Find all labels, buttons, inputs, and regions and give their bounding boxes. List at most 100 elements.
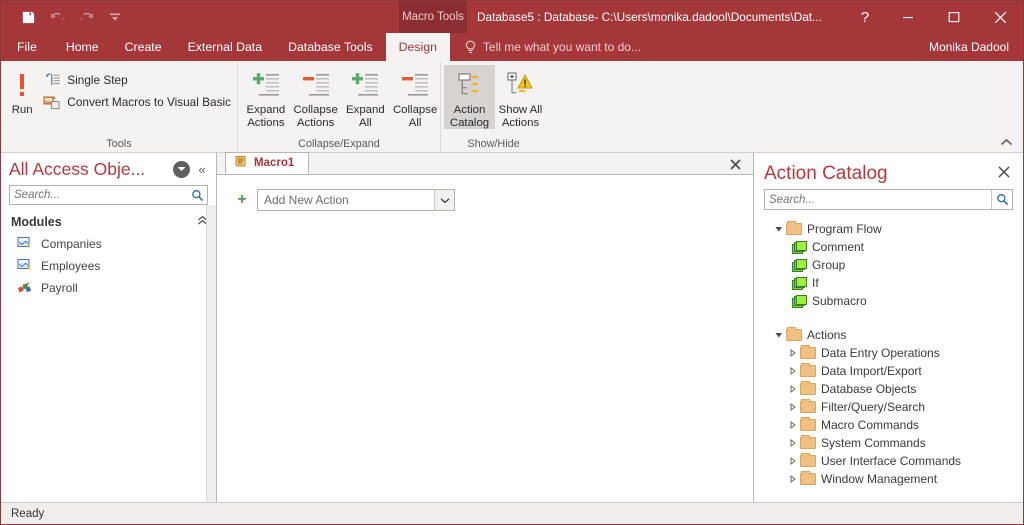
expanded-triangle-icon[interactable] [772, 331, 786, 339]
navigation-pane-menu-button[interactable] [173, 160, 190, 178]
expand-actions-button[interactable]: Expand Actions [241, 65, 291, 129]
macro-design-canvas[interactable]: + Add New Action [217, 175, 753, 502]
expand-all-button[interactable]: Expand All [341, 65, 391, 129]
program-flow-item-icon [792, 258, 807, 272]
tab-external-data[interactable]: External Data [175, 33, 276, 61]
tree-node-actions[interactable]: Actions [764, 326, 1013, 344]
tree-node-actions-label: Actions [807, 328, 847, 342]
access-window: Macro Tools Database5 : Database- C:\Use… [0, 0, 1024, 525]
convert-macros-to-visual-basic-button[interactable]: Convert Macros to Visual Basic [39, 92, 237, 111]
collapse-actions-button[interactable]: Collapse Actions [291, 65, 341, 129]
navigation-search-box[interactable] [9, 185, 208, 205]
nav-item-companies-label: Companies [41, 237, 102, 251]
tree-node-filter-query-search[interactable]: Filter/Query/Search [764, 398, 1013, 416]
tab-database-tools[interactable]: Database Tools [275, 33, 386, 61]
collapsed-triangle-icon[interactable] [786, 439, 800, 447]
collapse-all-icon [398, 68, 432, 104]
macro-icon [17, 280, 32, 297]
tree-node-program-flow[interactable]: Program Flow [764, 220, 1013, 238]
collapsed-triangle-icon[interactable] [786, 385, 800, 393]
search-icon[interactable] [187, 189, 207, 202]
collapsed-triangle-icon[interactable] [786, 349, 800, 357]
tree-item-submacro-label: Submacro [812, 294, 867, 308]
tree-node-data-import-export[interactable]: Data Import/Export [764, 362, 1013, 380]
navigation-pane-collapse-button[interactable]: « [194, 162, 210, 177]
collapse-all-button[interactable]: Collapse All [390, 65, 440, 129]
collapsed-triangle-icon[interactable] [786, 475, 800, 483]
navigation-search-input[interactable] [10, 189, 187, 201]
nav-group-modules[interactable]: Modules [1, 211, 216, 233]
run-button[interactable]: Run [9, 65, 35, 117]
folder-icon [800, 471, 816, 485]
module-icon [17, 258, 32, 275]
tree-node-user-interface-commands[interactable]: User Interface Commands [764, 452, 1013, 470]
undo-button[interactable] [44, 5, 70, 29]
tree-item-comment[interactable]: Comment [764, 238, 1013, 256]
tree-node-database-objects-label: Database Objects [821, 382, 917, 396]
action-catalog-icon [454, 68, 486, 104]
tree-item-submacro[interactable]: Submacro [764, 292, 1013, 310]
action-catalog-title: Action Catalog [764, 163, 888, 184]
close-button[interactable] [977, 1, 1023, 33]
tree-node-database-objects[interactable]: Database Objects [764, 380, 1013, 398]
folder-icon [800, 417, 816, 431]
help-button[interactable]: ? [845, 1, 885, 33]
tab-design[interactable]: Design [385, 33, 450, 61]
redo-button[interactable] [73, 5, 99, 29]
document-tab-macro1[interactable]: Macro1 [225, 152, 310, 174]
navigation-pane-title: All Access Obje... [9, 158, 146, 179]
tell-me-box[interactable]: Tell me what you want to do... [450, 33, 641, 61]
single-step-button[interactable]: Single Step [39, 70, 237, 89]
collapse-actions-icon [299, 68, 333, 104]
collapsed-triangle-icon[interactable] [786, 403, 800, 411]
folder-icon [800, 345, 816, 359]
user-account-name[interactable]: Monika Dadool [929, 33, 1009, 61]
tree-node-macro-commands[interactable]: Macro Commands [764, 416, 1013, 434]
action-catalog-search-input[interactable] [765, 193, 991, 206]
convert-macros-icon [43, 93, 61, 110]
nav-item-payroll-label: Payroll [41, 281, 78, 295]
add-new-action-combobox[interactable]: Add New Action [257, 189, 455, 211]
tree-item-group[interactable]: Group [764, 256, 1013, 274]
tree-node-window-management[interactable]: Window Management [764, 470, 1013, 488]
collapsed-triangle-icon[interactable] [786, 421, 800, 429]
collapsed-triangle-icon[interactable] [786, 457, 800, 465]
customize-quick-access-button[interactable] [102, 5, 128, 29]
navigation-pane: All Access Obje... « Modules [1, 153, 217, 502]
navigation-pane-scrollbar[interactable] [206, 205, 216, 502]
save-button[interactable] [15, 5, 41, 29]
document-area: Macro1 + Add New Action [217, 152, 754, 502]
nav-item-companies[interactable]: Companies [1, 233, 216, 255]
action-catalog-search-box[interactable] [764, 189, 1013, 210]
status-bar: Ready [1, 502, 1023, 524]
tab-create[interactable]: Create [112, 33, 175, 61]
collapse-actions-label-1: Collapse [293, 104, 338, 116]
tree-item-if[interactable]: If [764, 274, 1013, 292]
chevron-down-icon[interactable] [434, 190, 454, 210]
action-catalog-close-button[interactable] [995, 165, 1013, 183]
minimize-button[interactable] [885, 1, 931, 33]
tree-node-macro-commands-label: Macro Commands [821, 418, 920, 432]
tell-me-text: Tell me what you want to do... [482, 40, 641, 54]
status-bar-text: Ready [11, 507, 45, 520]
expanded-triangle-icon[interactable] [772, 225, 786, 233]
program-flow-item-icon [792, 240, 807, 254]
collapsed-triangle-icon[interactable] [786, 367, 800, 375]
tree-node-data-entry-operations[interactable]: Data Entry Operations [764, 344, 1013, 362]
tab-home[interactable]: Home [53, 33, 112, 61]
action-catalog-button[interactable]: Action Catalog [444, 65, 495, 129]
search-icon[interactable] [991, 190, 1012, 209]
nav-item-employees[interactable]: Employees [1, 255, 216, 277]
collapse-all-label-2: All [408, 116, 422, 129]
show-all-actions-button[interactable]: Show All Actions [495, 65, 546, 129]
single-step-label: Single Step [67, 72, 128, 87]
document-tab-close-button[interactable] [727, 156, 743, 172]
tree-node-program-flow-label: Program Flow [807, 222, 882, 236]
tab-file[interactable]: File [1, 33, 53, 61]
tree-node-system-commands[interactable]: System Commands [764, 434, 1013, 452]
nav-item-payroll[interactable]: Payroll [1, 277, 216, 299]
expand-actions-label-2: Actions [247, 116, 285, 129]
collapse-ribbon-icon[interactable] [997, 134, 1015, 150]
maximize-button[interactable] [931, 1, 977, 33]
collapse-all-label-1: Collapse [392, 104, 438, 116]
